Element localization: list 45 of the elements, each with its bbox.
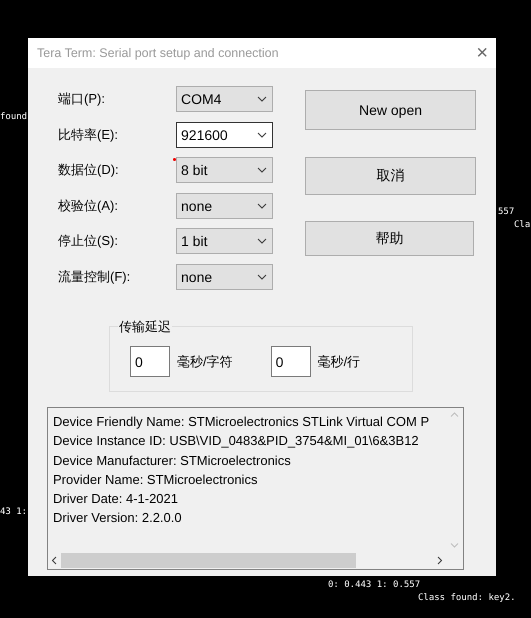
chevron-down-icon [257, 132, 267, 138]
info-line: Provider Name: STMicroelectronics [53, 470, 258, 489]
chevron-down-icon [257, 202, 267, 209]
terminal-text: Class found: key2. [418, 593, 516, 604]
close-button[interactable]: × [476, 43, 488, 63]
field-label: 停止位(S): [58, 232, 119, 250]
chevron-down-icon [257, 167, 267, 174]
dropdown[interactable]: 1 bit [176, 228, 273, 254]
terminal-text: found [0, 112, 28, 123]
group-title: 传输延迟 [118, 318, 172, 336]
info-line: Device Instance ID: USB\VID_0483&PID_3754&MI_01\6&3B12 [53, 432, 420, 450]
chevron-down-icon [257, 274, 267, 280]
field-label: 端口(P): [58, 90, 106, 108]
terminal-text: Cla [514, 220, 530, 231]
window-title: Tera Term: Serial port setup and connection [37, 46, 279, 60]
dialog-button[interactable]: 取消 [305, 157, 476, 195]
chevron-right-icon [437, 556, 443, 565]
info-line: Driver Version: 2.2.0.0 [53, 509, 183, 528]
dialog-button[interactable]: New open [305, 90, 476, 130]
delay-input[interactable]: 0 [130, 346, 170, 378]
chevron-down-icon [257, 96, 267, 102]
info-line: Driver Date: 4-1-2021 [53, 490, 179, 508]
info-line: Device Friendly Name: STMicroelectronics STLink Virtual COM P [53, 412, 430, 431]
chevron-down-icon [257, 238, 267, 244]
unit-label: 毫秒/行 [318, 352, 360, 371]
dropdown[interactable]: 921600 [176, 122, 273, 148]
dropdown[interactable]: none [176, 192, 273, 219]
terminal-text: 557 [498, 207, 514, 218]
terminal-text: 43 1: [0, 507, 28, 518]
scrollbar-thumb[interactable] [61, 552, 356, 568]
field-label: 流量控制(F): [58, 268, 132, 286]
field-label: 比特率(E): [58, 126, 119, 144]
field-label: 数据位(D): [58, 161, 120, 180]
terminal-text: 0: 0.443 1: 0.557 [328, 580, 420, 591]
chevron-down-icon [450, 542, 459, 548]
dropdown[interactable]: 8 bit [176, 157, 273, 184]
dropdown[interactable]: none [176, 264, 273, 290]
info-line: Device Manufacturer: STMicroelectronics [53, 452, 292, 470]
delay-input[interactable]: 0 [270, 346, 311, 378]
unit-label: 毫秒/字符 [177, 352, 233, 371]
field-label: 校验位(A): [58, 196, 119, 215]
dialog-button[interactable]: 帮助 [305, 221, 474, 256]
chevron-left-icon [51, 556, 57, 565]
chevron-up-icon [450, 412, 459, 417]
dropdown[interactable]: COM4 [176, 86, 273, 112]
